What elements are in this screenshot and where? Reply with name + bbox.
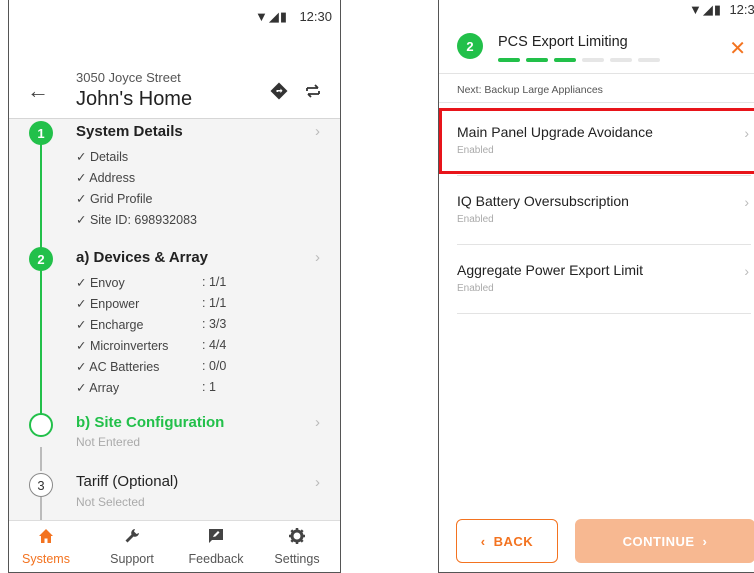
nav-label: Feedback — [188, 552, 244, 566]
progress-segment — [610, 58, 632, 62]
device-count-row: ✓ Array : 1 — [76, 380, 216, 395]
chevron-left-icon: ‹ — [480, 533, 486, 549]
close-icon[interactable]: ✕ — [729, 36, 746, 61]
chevron-right-icon: › — [744, 194, 749, 210]
setup-steps: 1 System Details › ✓ Details ✓ Address ✓… — [9, 119, 340, 521]
device-count-row: ✓ Envoy : 1/1 — [76, 275, 226, 290]
signal-battery-icons: ▼◢▮ — [254, 9, 288, 24]
device-label: ✓ Enpower — [76, 297, 140, 311]
step-number-badge: 2 — [29, 247, 53, 271]
home-icon — [9, 527, 86, 549]
nav-feedback[interactable]: Feedback — [176, 527, 256, 566]
feedback-icon — [176, 527, 256, 549]
step-status: Not Entered — [76, 435, 141, 449]
chevron-right-icon: › — [702, 533, 708, 549]
site-header: ← 3050 Joyce Street John's Home — [9, 30, 340, 119]
status-time: 12:30 — [299, 9, 332, 24]
nav-support[interactable]: Support — [92, 527, 172, 566]
step-status: Not Selected — [76, 495, 145, 509]
device-count: : 4/4 — [202, 338, 227, 352]
check-item: ✓ Address — [76, 171, 136, 185]
progress-line-pending — [40, 497, 42, 521]
device-label: ✓ Array — [76, 381, 120, 395]
step-title: System Details — [76, 123, 183, 140]
progress-segment — [638, 58, 660, 62]
option-title: Aggregate Power Export Limit — [457, 262, 643, 278]
progress-segment — [582, 58, 604, 62]
nav-systems[interactable]: Systems — [9, 527, 86, 566]
step-number-badge: 2 — [457, 33, 483, 59]
step-number-badge: 3 — [29, 473, 53, 497]
wizard-header: 2 PCS Export Limiting ✕ — [439, 0, 754, 73]
systems-screen: ▼◢▮ 12:30 ← 3050 Joyce Street John's Hom… — [8, 0, 341, 573]
wrench-icon — [92, 527, 172, 549]
back-arrow-icon[interactable]: ← — [27, 78, 49, 104]
step-title: b) Site Configuration — [76, 414, 225, 431]
device-label: ✓ Microinverters — [76, 339, 169, 353]
nav-label: Support — [110, 552, 154, 566]
step-number-badge: 1 — [29, 121, 53, 145]
option-status: Enabled — [457, 214, 494, 225]
progress-line — [40, 141, 42, 420]
pcs-export-screen: ▼◢▮ 12:30 2 PCS Export Limiting ✕ Next: … — [438, 0, 754, 573]
device-count-row: ✓ AC Batteries : 0/0 — [76, 359, 226, 374]
continue-button[interactable]: CONTINUE › — [575, 519, 754, 563]
device-label: ✓ AC Batteries — [76, 360, 160, 374]
step-title: a) Devices & Array — [76, 249, 209, 266]
check-item: ✓ Details — [76, 150, 129, 164]
device-label: ✓ Encharge — [76, 318, 144, 332]
swap-icon[interactable] — [304, 82, 322, 105]
chevron-right-icon: › — [315, 414, 320, 431]
device-count: : 1 — [202, 380, 216, 394]
site-name: John's Home — [76, 88, 193, 110]
chevron-right-icon: › — [315, 123, 320, 140]
bottom-navigation: Systems Support Feedback Settings — [9, 520, 340, 572]
option-title: IQ Battery Oversubscription — [457, 193, 629, 209]
nav-settings[interactable]: Settings — [257, 527, 337, 566]
device-count: : 1/1 — [202, 275, 227, 289]
current-step-indicator — [29, 413, 53, 437]
step-title: Tariff (Optional) — [76, 473, 179, 490]
progress-line-pending — [40, 447, 42, 471]
directions-icon[interactable] — [270, 82, 288, 105]
page-title: PCS Export Limiting — [498, 34, 628, 50]
option-aggregate-power-export-limit[interactable]: Aggregate Power Export Limit Enabled › — [457, 245, 751, 314]
continue-button-label: CONTINUE — [622, 533, 695, 549]
device-count-row: ✓ Encharge : 3/3 — [76, 317, 226, 332]
option-iq-battery-oversubscription[interactable]: IQ Battery Oversubscription Enabled › — [457, 176, 751, 245]
chevron-right-icon: › — [315, 249, 320, 266]
device-count-row: ✓ Microinverters : 4/4 — [76, 338, 226, 353]
option-status: Enabled — [457, 283, 494, 294]
progress-segment-done — [554, 58, 576, 62]
site-address: 3050 Joyce Street — [76, 70, 181, 85]
back-button[interactable]: ‹ BACK — [456, 519, 558, 563]
status-bar: ▼◢▮ 12:30 — [9, 0, 340, 30]
device-count: : 0/0 — [202, 359, 227, 373]
device-label: ✓ Envoy — [76, 276, 125, 290]
device-count-row: ✓ Enpower : 1/1 — [76, 296, 226, 311]
progress-segment-done — [526, 58, 548, 62]
progress-segment-done — [498, 58, 520, 62]
next-step-label: Next: Backup Large Appliances — [439, 73, 754, 103]
highlight-annotation — [439, 108, 754, 174]
step-progress-bar — [498, 58, 660, 62]
chevron-right-icon: › — [315, 474, 320, 491]
check-item: ✓ Site ID: 698932083 — [76, 213, 197, 227]
nav-label: Settings — [274, 552, 320, 566]
back-button-label: BACK — [493, 533, 534, 549]
gear-icon — [257, 527, 337, 549]
device-count: : 3/3 — [202, 317, 227, 331]
nav-label: Systems — [22, 552, 70, 566]
check-item: ✓ Grid Profile — [76, 192, 153, 206]
device-count: : 1/1 — [202, 296, 227, 310]
chevron-right-icon: › — [744, 263, 749, 279]
